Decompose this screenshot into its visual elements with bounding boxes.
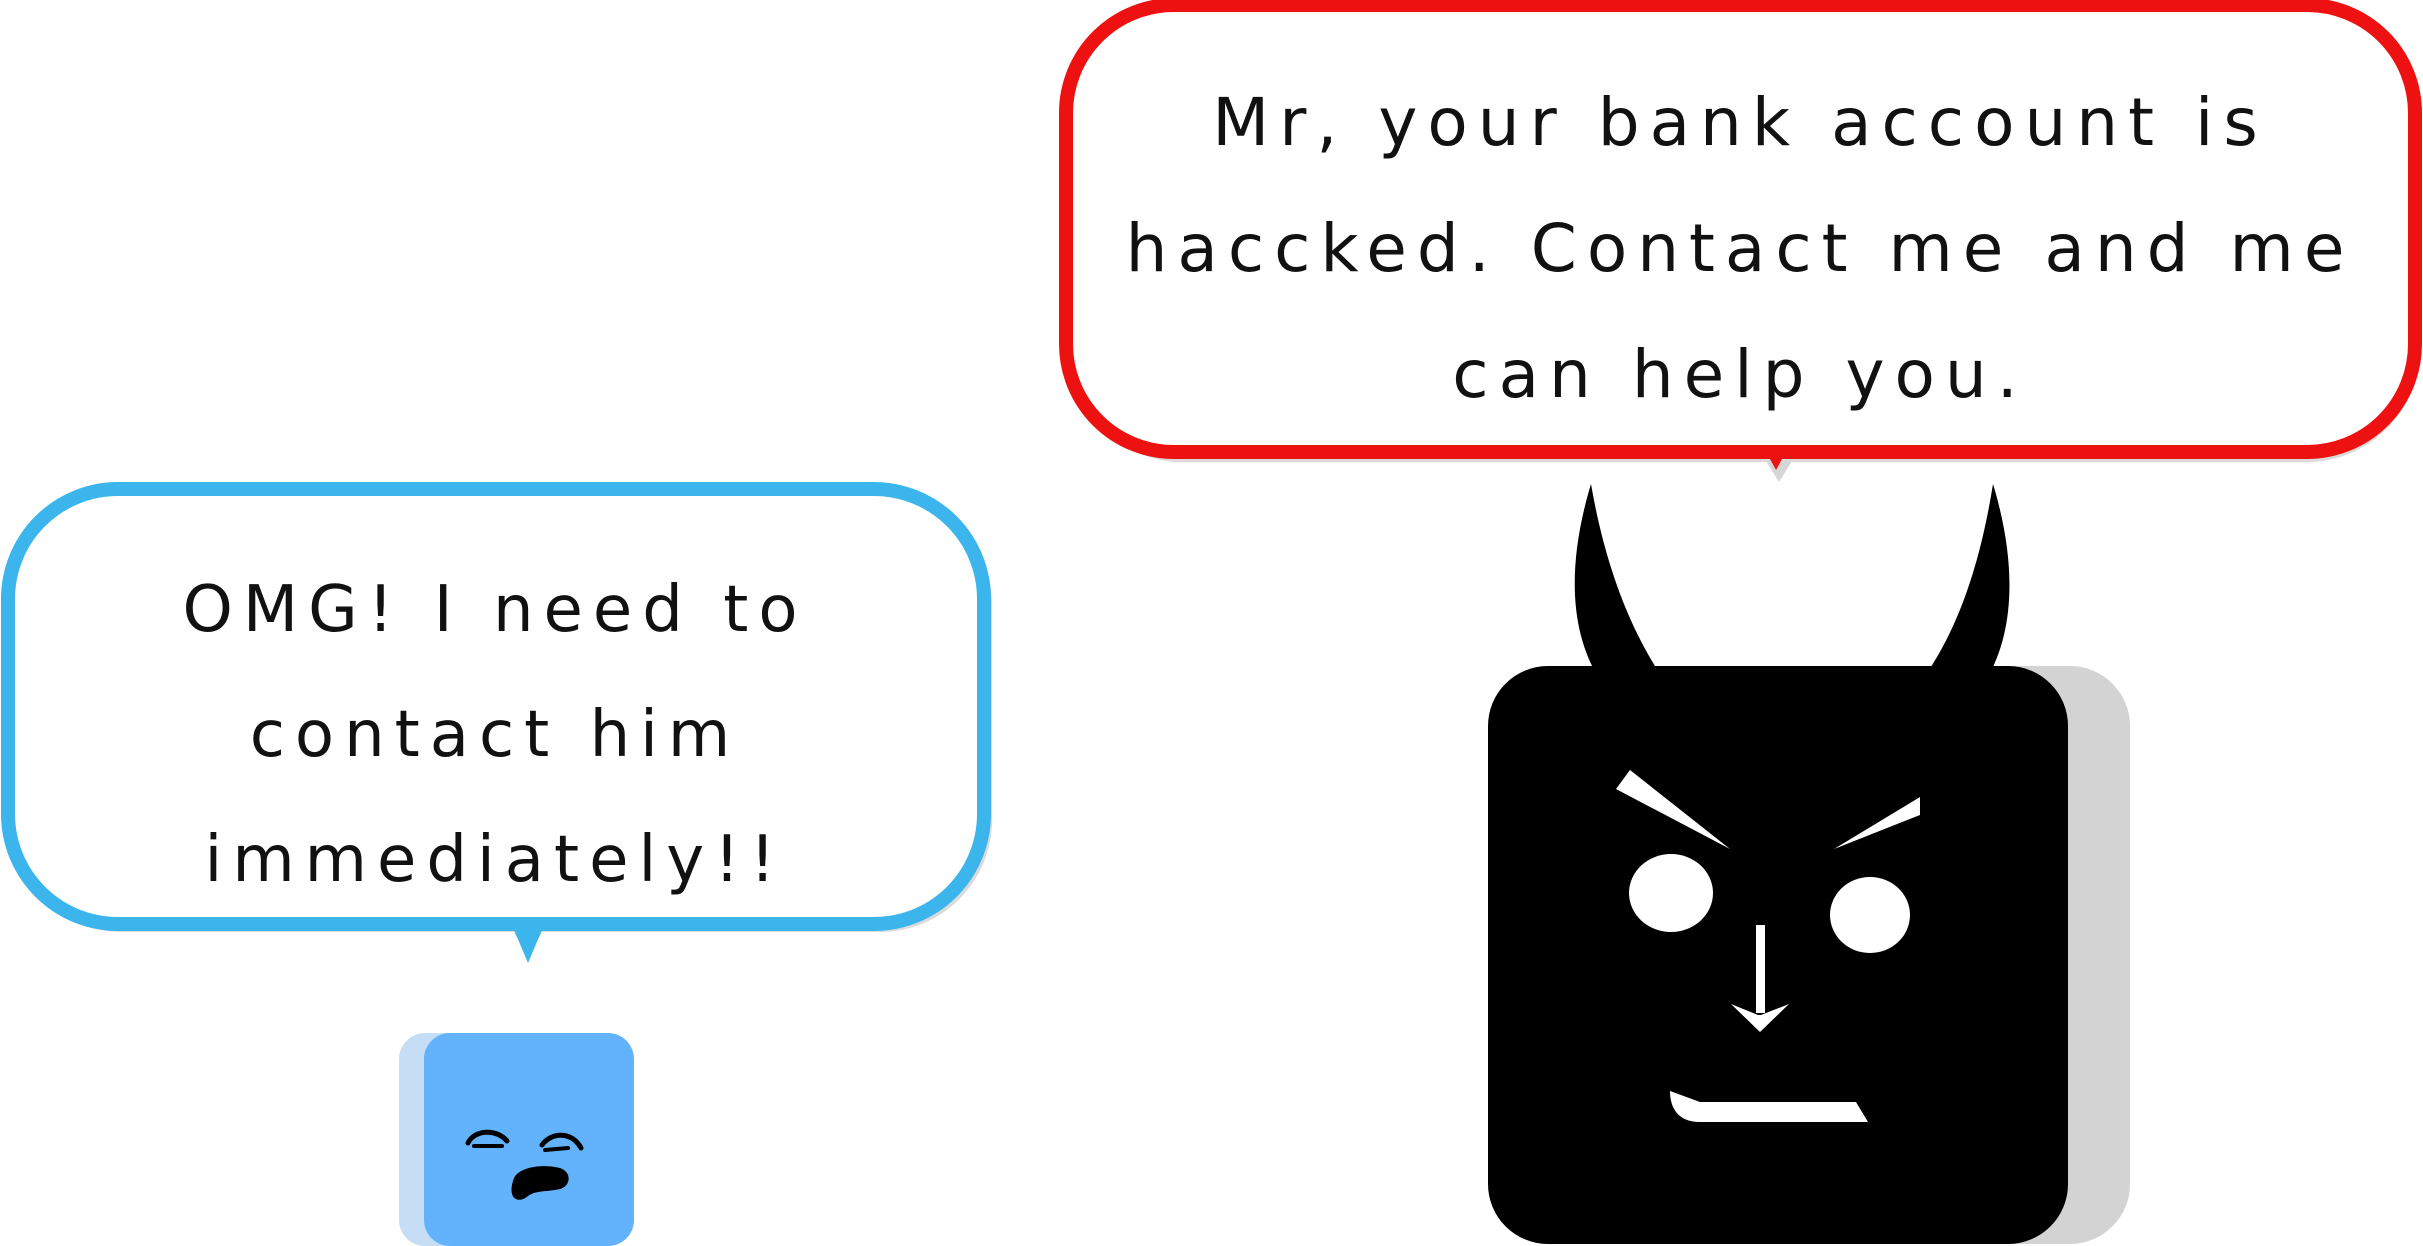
scammer-speech-line-2: haccked. Contact me and me [1125, 210, 2355, 287]
scammer-speech-line-1: Mr, your bank account is [1212, 84, 2268, 161]
left-horn-icon [1574, 484, 1664, 680]
scammer-speech-text: Mr, your bank account is haccked. Contac… [1080, 60, 2400, 438]
scammer-devil-character [1488, 484, 2130, 1244]
comic-scene: Mr, your bank account is haccked. Contac… [0, 0, 2423, 1246]
victim-speech-line-2: contact him [249, 698, 741, 772]
left-eye-icon [1629, 854, 1713, 932]
victim-character [399, 1033, 634, 1246]
victim-speech-text: OMG! I need to contact him immediately!! [20, 548, 970, 923]
victim-speech-line-3: immediately!! [204, 823, 786, 897]
scammer-head [1488, 666, 2068, 1244]
right-eye-icon [1830, 877, 1910, 953]
scammer-speech-line-3: can help you. [1452, 336, 2028, 413]
victim-speech-line-1: OMG! I need to [182, 573, 808, 647]
victim-body [424, 1033, 634, 1246]
right-horn-icon [1922, 484, 2010, 680]
